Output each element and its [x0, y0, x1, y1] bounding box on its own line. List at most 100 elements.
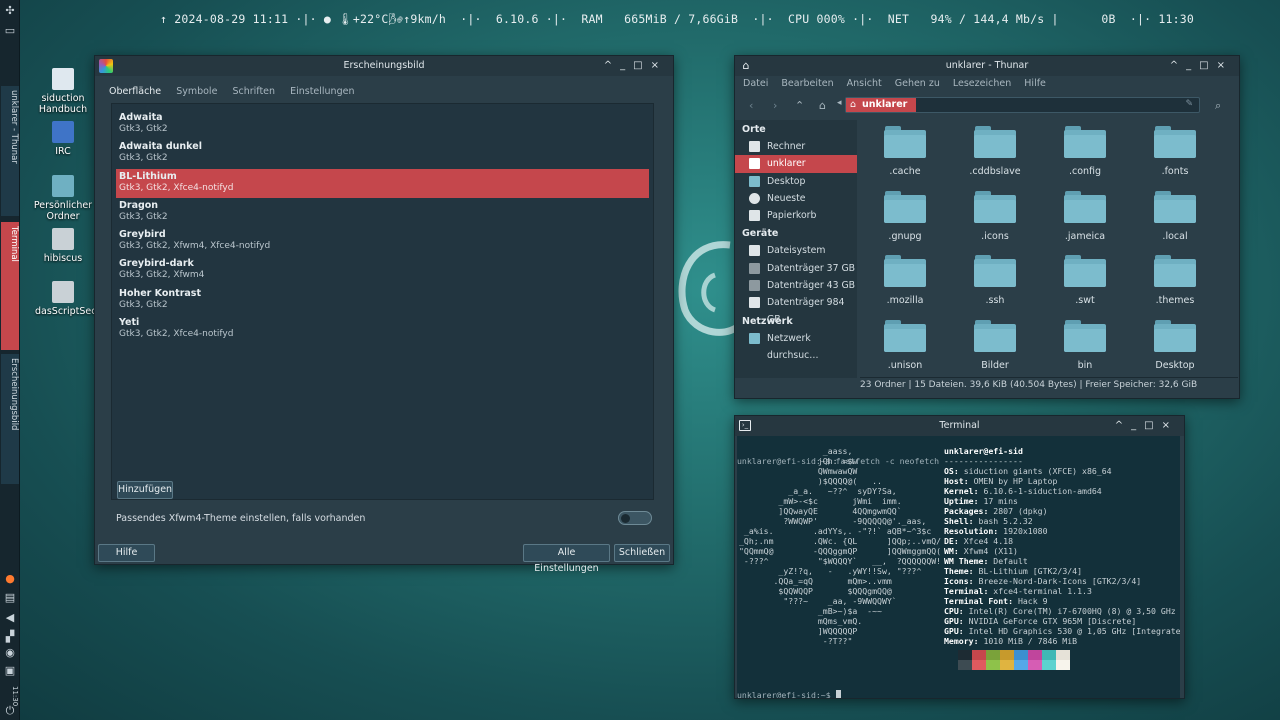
xfwm-theme-switch[interactable]	[618, 511, 652, 525]
file-item[interactable]: .cache	[865, 126, 945, 177]
appearance-titlebar[interactable]: Erscheinungsbild ^_□×	[95, 56, 673, 76]
sidebar-item-rechner[interactable]: Rechner	[735, 138, 857, 155]
theme-row[interactable]: Greybird-dark Gtk3, Gtk2, Xfwm4	[116, 256, 649, 285]
file-item[interactable]: .gnupg	[865, 190, 945, 242]
home-nav-icon[interactable]: ⌂	[819, 99, 826, 112]
sidebar-item-unklarer[interactable]: unklarer	[735, 155, 857, 173]
folder-icon	[974, 126, 1016, 158]
sidebar-item-neueste[interactable]: Neueste	[735, 190, 857, 207]
file-item[interactable]: .mozilla	[865, 255, 945, 306]
update-icon[interactable]: ◉	[3, 646, 17, 660]
breadcrumb-unklarer[interactable]: ⌂ unklarer	[846, 98, 916, 112]
desktop-icon-dasscriptsector[interactable]: dasScriptSector	[28, 281, 110, 317]
file-item[interactable]: Desktop	[1135, 319, 1215, 371]
tab-einstellungen[interactable]: Einstellungen	[290, 86, 354, 97]
minimize-button[interactable]: _	[1186, 60, 1199, 71]
back-icon[interactable]: ‹	[749, 99, 753, 112]
file-item[interactable]: .local	[1135, 190, 1215, 242]
terminal-output[interactable]: unklarer@efi-sid:~$ fastfetch -c neofetc…	[737, 436, 1180, 698]
sidebar-label: Desktop	[767, 175, 806, 187]
close-button[interactable]: ×	[1217, 60, 1233, 71]
help-button[interactable]: Hilfe	[98, 544, 155, 562]
theme-row[interactable]: Adwaita Gtk3, Gtk2	[116, 110, 649, 139]
volume-icon[interactable]: ◀	[3, 611, 17, 625]
shade-button[interactable]: ^	[1115, 420, 1131, 431]
desktop-icon-hibiscus[interactable]: hibiscus	[28, 228, 98, 264]
file-item[interactable]: .swt	[1045, 255, 1125, 306]
file-item[interactable]: Bilder	[955, 319, 1035, 371]
file-item[interactable]: .ssh	[955, 255, 1035, 306]
all-settings-button[interactable]: Alle Einstellungen	[523, 544, 610, 574]
file-item[interactable]: .themes	[1135, 255, 1215, 306]
thunar-titlebar[interactable]: ⌂ unklarer - Thunar ^_□×	[735, 56, 1239, 76]
tab-schriften[interactable]: Schriften	[232, 86, 275, 97]
workspace-icon[interactable]: ▭	[3, 24, 17, 38]
desktop-icon-siduction-handbuch[interactable]: siduction Handbuch	[28, 68, 98, 115]
firefox-icon[interactable]: ●	[3, 572, 17, 586]
tab-oberflaeche[interactable]: Oberfläche	[109, 86, 161, 97]
sidebar-item-datentraeger-37[interactable]: Datenträger 37 GB	[735, 260, 857, 277]
file-item[interactable]: .fonts	[1135, 126, 1215, 177]
location-bar[interactable]: ◂ ⌂ unklarer ✎	[837, 97, 1200, 113]
theme-row[interactable]: Hoher Kontrast Gtk3, Gtk2	[116, 286, 649, 315]
file-item[interactable]: bin	[1045, 319, 1125, 371]
network-icon[interactable]: ▞	[3, 630, 17, 644]
minimize-icon[interactable]: _	[620, 60, 633, 71]
folder-icon	[1154, 190, 1196, 223]
theme-row[interactable]: Yeti Gtk3, Gtk2, Xfce4-notifyd	[116, 315, 649, 344]
menu-datei[interactable]: Datei	[743, 78, 768, 89]
task-terminal[interactable]: Terminal	[1, 222, 19, 350]
menu-bearbeiten[interactable]: Bearbeiten	[781, 78, 833, 89]
file-item[interactable]: .cddbslave	[955, 126, 1035, 177]
sidebar-item-datentraeger-984[interactable]: Datenträger 984 GB	[735, 294, 857, 325]
maximize-button[interactable]: □	[1144, 420, 1161, 431]
terminal-titlebar[interactable]: ›_ Terminal ^_□×	[735, 416, 1184, 436]
terminal-icon[interactable]: ▣	[3, 664, 17, 678]
maximize-button[interactable]: □	[1199, 60, 1216, 71]
sysinfo-row: Packages: 2807 (dpkg)	[944, 506, 1180, 516]
sidebar-item-datentraeger-43[interactable]: Datenträger 43 GB	[735, 277, 857, 294]
close-dialog-button[interactable]: Schließen	[614, 544, 670, 562]
file-item[interactable]: .config	[1045, 126, 1125, 177]
sidebar-label: Datenträger 37 GB	[767, 262, 856, 274]
desktop-icon-home[interactable]: Persönlicher Ordner	[28, 175, 98, 222]
desktop-icon-irc[interactable]: IRC	[28, 121, 98, 157]
sidebar-item-dateisystem[interactable]: Dateisystem	[735, 242, 857, 259]
crumb-left-icon[interactable]: ◂	[837, 98, 842, 108]
theme-row[interactable]: Dragon Gtk3, Gtk2	[116, 198, 649, 227]
tab-symbole[interactable]: Symbole	[176, 86, 217, 97]
task-appearance[interactable]: Erscheinungsbild	[1, 354, 19, 484]
minimize-button[interactable]: _	[1131, 420, 1144, 431]
close-button[interactable]: ×	[651, 60, 667, 71]
file-item[interactable]: .unison	[865, 319, 945, 371]
menu-gehen-zu[interactable]: Gehen zu	[895, 78, 940, 89]
theme-row[interactable]: Adwaita dunkel Gtk3, Gtk2	[116, 139, 649, 168]
theme-row-selected[interactable]: BL-Lithium Gtk3, Gtk2, Xfce4-notifyd	[116, 168, 649, 198]
theme-row[interactable]: Greybird Gtk3, Gtk2, Xfwm4, Xfce4-notifyd	[116, 227, 649, 256]
shade-button[interactable]: ^	[1170, 60, 1186, 71]
up-icon[interactable]: ⌃	[795, 99, 804, 112]
file-item[interactable]: .icons	[955, 190, 1035, 242]
menu-hilfe[interactable]: Hilfe	[1024, 78, 1046, 89]
maximize-button[interactable]: □	[633, 60, 650, 71]
edit-location-icon[interactable]: ✎	[1185, 99, 1193, 109]
power-icon[interactable]: ⏻	[3, 704, 17, 718]
clipboard-icon[interactable]: ▤	[3, 591, 17, 605]
task-thunar[interactable]: unklarer - Thunar	[1, 86, 19, 216]
app-menu-icon[interactable]: ✣	[3, 4, 17, 18]
minimize-button[interactable]: ^	[604, 60, 620, 71]
menu-lesezeichen[interactable]: Lesezeichen	[953, 78, 1011, 89]
menu-ansicht[interactable]: Ansicht	[847, 78, 882, 89]
sidebar-item-papierkorb[interactable]: Papierkorb	[735, 207, 857, 224]
sysinfo-row: Terminal: xfce4-terminal 1.1.3	[944, 586, 1180, 596]
sysinfo-value: Hack 9	[1017, 596, 1048, 606]
ascii-line: $QQWQQP $QQQgmQQ@	[739, 586, 892, 596]
file-item[interactable]: .jameica	[1045, 190, 1125, 242]
search-icon[interactable]: ⌕	[1215, 99, 1221, 113]
sidebar-item-network[interactable]: Netzwerk durchsuc…	[735, 330, 857, 361]
sidebar-item-desktop[interactable]: Desktop	[735, 173, 857, 190]
close-button[interactable]: ×	[1162, 420, 1178, 431]
sysinfo: unklarer@efi-sid ---------------- OS: sidu…	[944, 446, 1180, 646]
add-theme-button[interactable]: Hinzufügen	[117, 481, 173, 499]
forward-icon[interactable]: ›	[773, 99, 777, 112]
